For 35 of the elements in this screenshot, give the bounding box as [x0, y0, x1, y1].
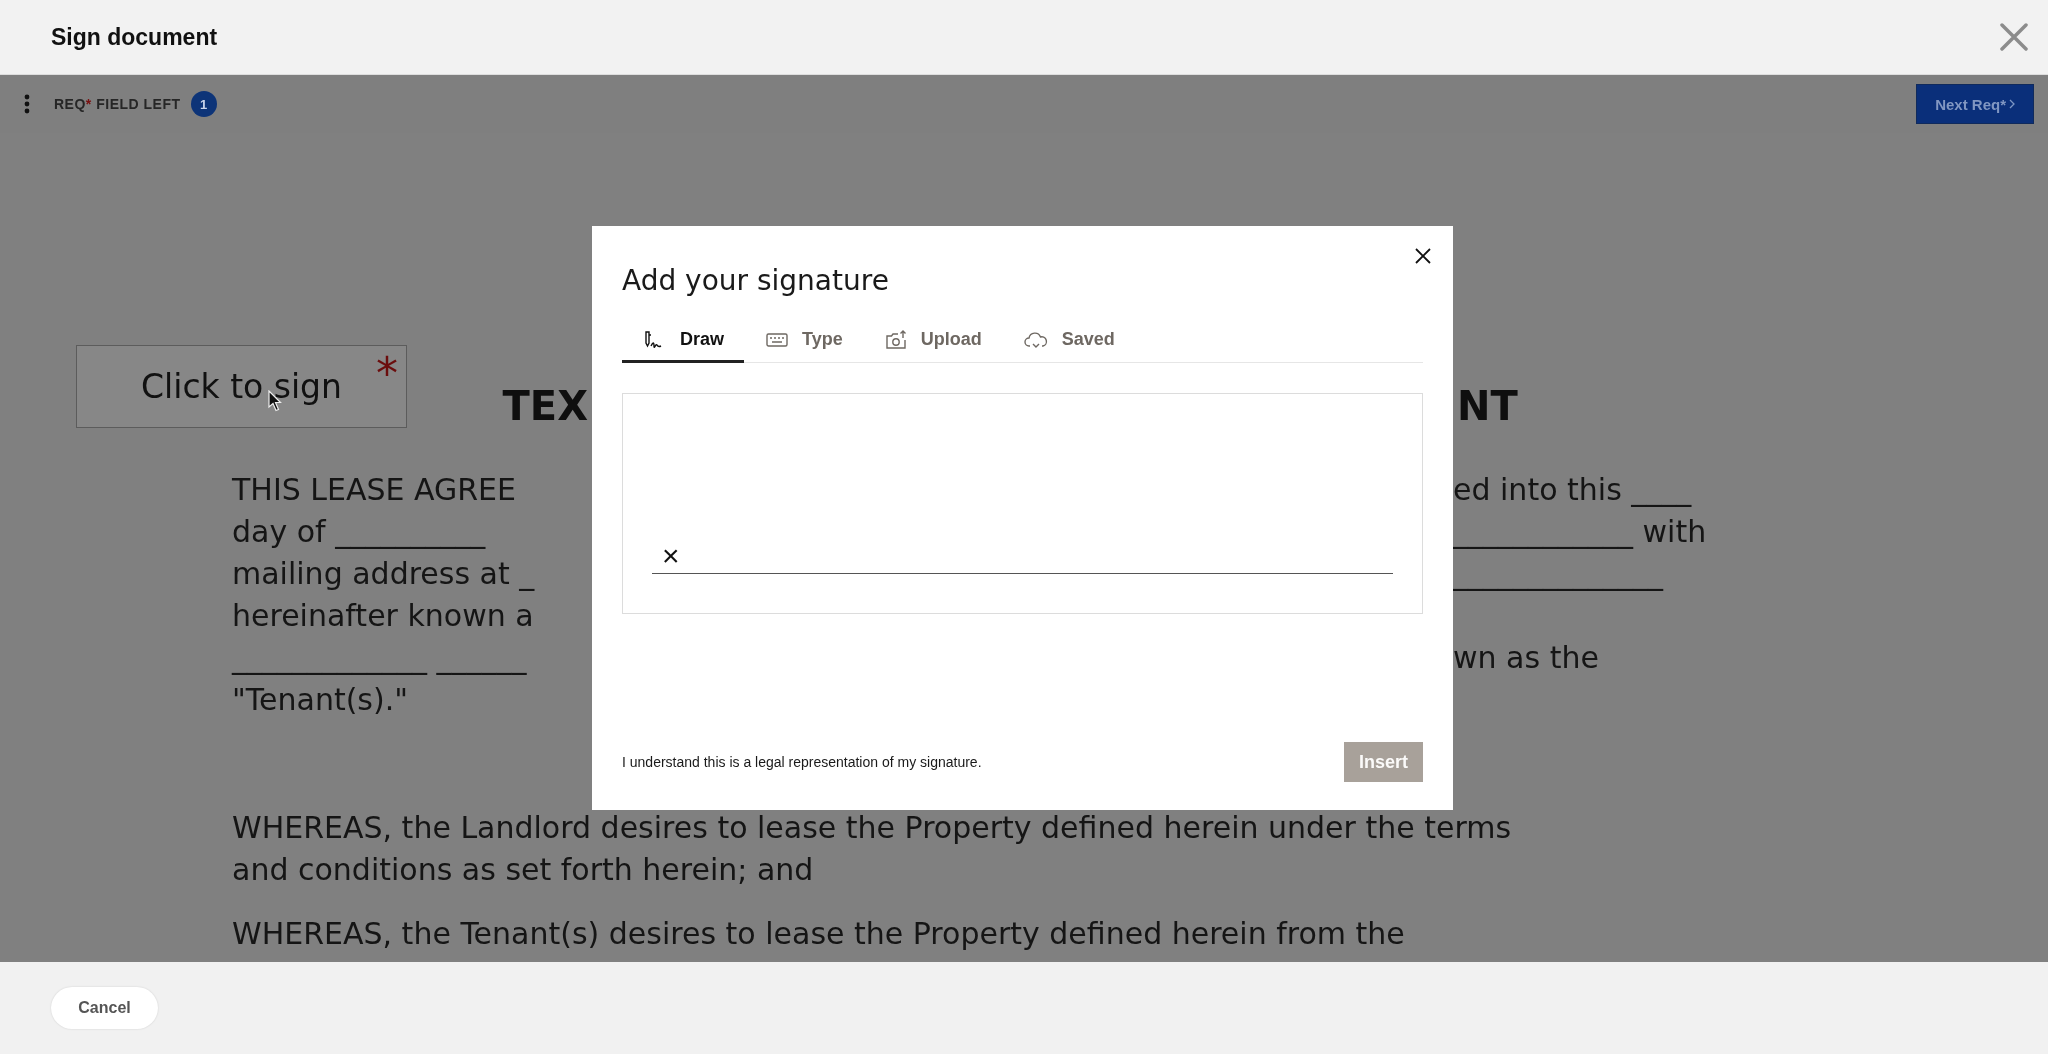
tab[interactable]: Upload [862, 319, 1002, 363]
more-icon[interactable] [24, 94, 30, 114]
tab[interactable]: Draw [622, 319, 744, 363]
next-required-button[interactable]: Next Req* [1916, 84, 2034, 124]
consent-text: I understand this is a legal representation of my signature. [622, 754, 982, 770]
dialog-title: Add your signature [622, 264, 890, 297]
chevron-icon [2009, 99, 2015, 109]
sign-here-mark: × [662, 539, 680, 573]
window-title: Sign document [51, 23, 219, 51]
document-text: day of __________ [232, 513, 486, 551]
tab[interactable]: Type [744, 319, 863, 363]
cancel-button[interactable]: Cancel [51, 987, 158, 1029]
document-text: ____________ with [1453, 513, 1707, 551]
document-title: TEX [501, 382, 588, 431]
document-text: ed into this ____ [1453, 471, 1692, 509]
document-text: _____________ ______ [232, 639, 527, 677]
document-text: hereinafter known a [232, 597, 534, 635]
count-badge: 1 [190, 91, 217, 117]
document-text: WHEREAS, the Tenant(s) desires to lease the Property defined herein from the [232, 915, 1405, 953]
document-text: ______________ [1453, 555, 1663, 593]
signature-field[interactable]: Click to sign * [76, 345, 407, 428]
document-title: NT [1457, 382, 1518, 431]
cloud-icon [1023, 330, 1048, 349]
signature-pad[interactable]: × [622, 393, 1423, 614]
keyboard-icon [766, 331, 788, 348]
document-text: mailing address at _ [232, 555, 535, 593]
tab[interactable]: Saved [1001, 319, 1135, 363]
document-text: wn as the [1453, 639, 1599, 677]
required-fields-label: REQ* FIELD LEFT [54, 96, 181, 112]
close-icon[interactable] [1415, 248, 1431, 264]
camera-upload-icon [884, 329, 907, 350]
document-text: "Tenant(s)." [232, 681, 409, 719]
document-text: WHEREAS, the Landlord desires to lease the Property defined herein under the terms [232, 809, 1512, 847]
document-text: THIS LEASE AGREE [232, 471, 517, 509]
document-text: and conditions as set forth herein; and [232, 851, 814, 889]
